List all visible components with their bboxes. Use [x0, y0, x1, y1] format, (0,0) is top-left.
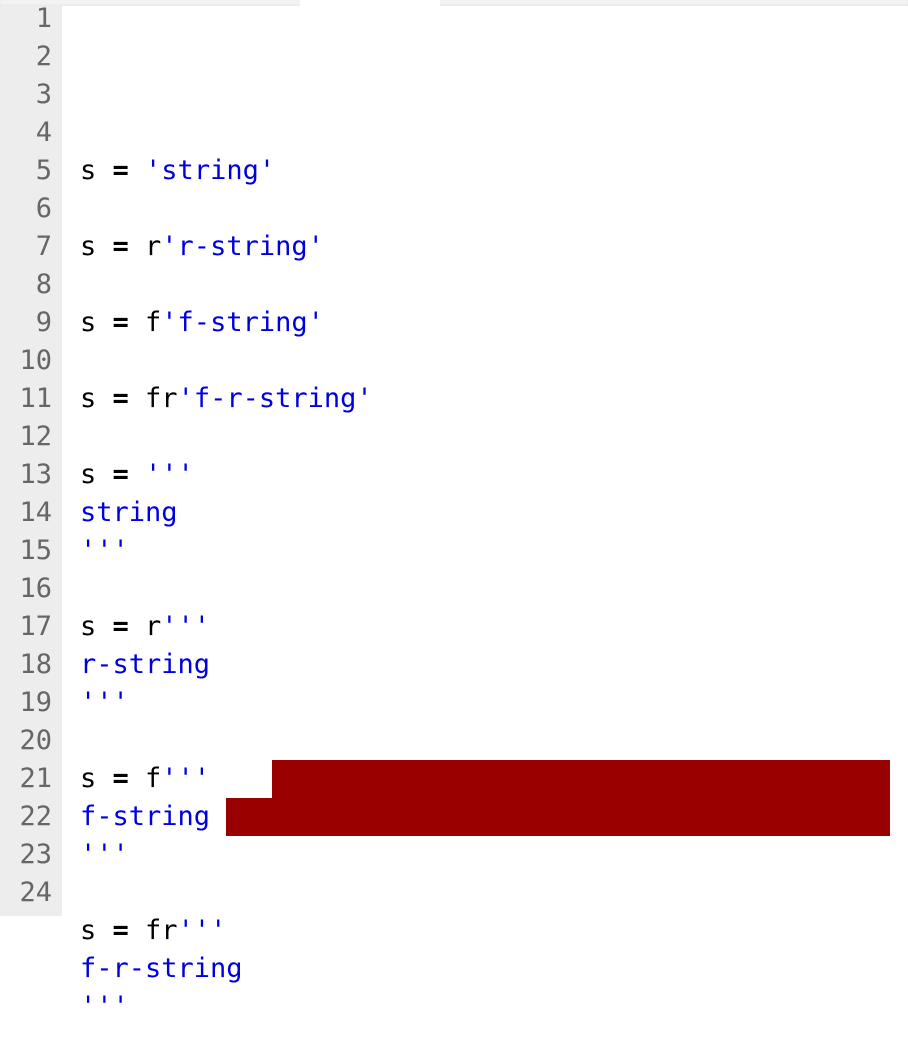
- token-prefix: fr: [129, 915, 178, 946]
- line-number-gutter: 123456789101112131415161718192021222324: [0, 0, 62, 916]
- token-op: =: [113, 611, 129, 642]
- token-op: =: [113, 231, 129, 262]
- line-number: 12: [6, 418, 52, 456]
- line-number: 2: [6, 38, 52, 76]
- token-op: =: [113, 307, 129, 338]
- token-str: string: [80, 497, 178, 528]
- code-line[interactable]: ''': [80, 684, 908, 722]
- code-line[interactable]: s = f'f-string': [80, 304, 908, 342]
- line-number: 10: [6, 342, 52, 380]
- line-number: 9: [6, 304, 52, 342]
- code-line[interactable]: s = fr'f-r-string': [80, 380, 908, 418]
- line-number: 18: [6, 646, 52, 684]
- line-number: 14: [6, 494, 52, 532]
- code-content[interactable]: s = 'string's = r'r-string's = f'f-strin…: [62, 0, 908, 916]
- code-line[interactable]: s = f''': [80, 760, 908, 798]
- token-prefix: fr: [129, 383, 178, 414]
- token-var: s: [80, 763, 113, 794]
- line-number: 24: [6, 874, 52, 912]
- line-number: 22: [6, 798, 52, 836]
- token-str: f-string: [80, 801, 210, 832]
- token-prefix: f: [129, 307, 162, 338]
- token-op: =: [113, 459, 129, 490]
- line-number: 20: [6, 722, 52, 760]
- line-number: 21: [6, 760, 52, 798]
- code-line[interactable]: [80, 874, 908, 912]
- token-var: [129, 155, 145, 186]
- code-line[interactable]: [80, 342, 908, 380]
- token-var: s: [80, 155, 113, 186]
- token-str: ''': [80, 839, 129, 870]
- token-var: [129, 459, 145, 490]
- code-line[interactable]: f-string: [80, 798, 908, 836]
- code-line[interactable]: [80, 722, 908, 760]
- token-str: ''': [161, 611, 210, 642]
- token-prefix: f: [129, 763, 162, 794]
- line-number: 5: [6, 152, 52, 190]
- token-op: =: [113, 383, 129, 414]
- token-str: f-r-string: [80, 953, 243, 984]
- token-str: 'r-string': [161, 231, 324, 262]
- token-prefix: r: [129, 611, 162, 642]
- line-number: 8: [6, 266, 52, 304]
- code-line[interactable]: s = r''': [80, 608, 908, 646]
- code-line[interactable]: s = ''': [80, 456, 908, 494]
- token-op: =: [113, 155, 129, 186]
- token-str: 'f-r-string': [178, 383, 373, 414]
- token-var: s: [80, 307, 113, 338]
- token-str: ''': [80, 535, 129, 566]
- code-line[interactable]: string: [80, 494, 908, 532]
- code-line[interactable]: [80, 266, 908, 304]
- code-line[interactable]: r-string: [80, 646, 908, 684]
- token-var: s: [80, 383, 113, 414]
- code-line[interactable]: s = r'r-string': [80, 228, 908, 266]
- line-number: 17: [6, 608, 52, 646]
- line-number: 13: [6, 456, 52, 494]
- token-op: =: [113, 915, 129, 946]
- code-line[interactable]: s = fr''': [80, 912, 908, 950]
- code-line[interactable]: [80, 190, 908, 228]
- code-line[interactable]: [80, 570, 908, 608]
- code-line[interactable]: f-r-string: [80, 950, 908, 988]
- tab-strip-shadow: [0, 0, 908, 6]
- line-number: 6: [6, 190, 52, 228]
- line-number: 23: [6, 836, 52, 874]
- token-var: s: [80, 231, 113, 262]
- line-number: 16: [6, 570, 52, 608]
- line-number: 3: [6, 76, 52, 114]
- active-tab-notch: [300, 0, 440, 6]
- token-var: s: [80, 459, 113, 490]
- token-str: 'string': [145, 155, 275, 186]
- code-line[interactable]: [80, 418, 908, 456]
- token-str: 'f-string': [161, 307, 324, 338]
- line-number: 19: [6, 684, 52, 722]
- token-str: ''': [80, 687, 129, 718]
- code-line[interactable]: ''': [80, 532, 908, 570]
- code-line[interactable]: ''': [80, 836, 908, 874]
- code-line[interactable]: ''': [80, 988, 908, 1026]
- token-str: ''': [178, 915, 227, 946]
- line-number: 15: [6, 532, 52, 570]
- code-editor[interactable]: 123456789101112131415161718192021222324 …: [0, 0, 908, 916]
- token-str: ''': [80, 991, 129, 1022]
- token-prefix: r: [129, 231, 162, 262]
- token-var: s: [80, 915, 113, 946]
- token-op: =: [113, 763, 129, 794]
- code-line[interactable]: [80, 1026, 908, 1064]
- token-str: ''': [145, 459, 194, 490]
- line-number: 4: [6, 114, 52, 152]
- code-line[interactable]: s = 'string': [80, 152, 908, 190]
- line-number: 7: [6, 228, 52, 266]
- token-str: r-string: [80, 649, 210, 680]
- token-var: s: [80, 611, 113, 642]
- line-number: 11: [6, 380, 52, 418]
- token-str: ''': [161, 763, 210, 794]
